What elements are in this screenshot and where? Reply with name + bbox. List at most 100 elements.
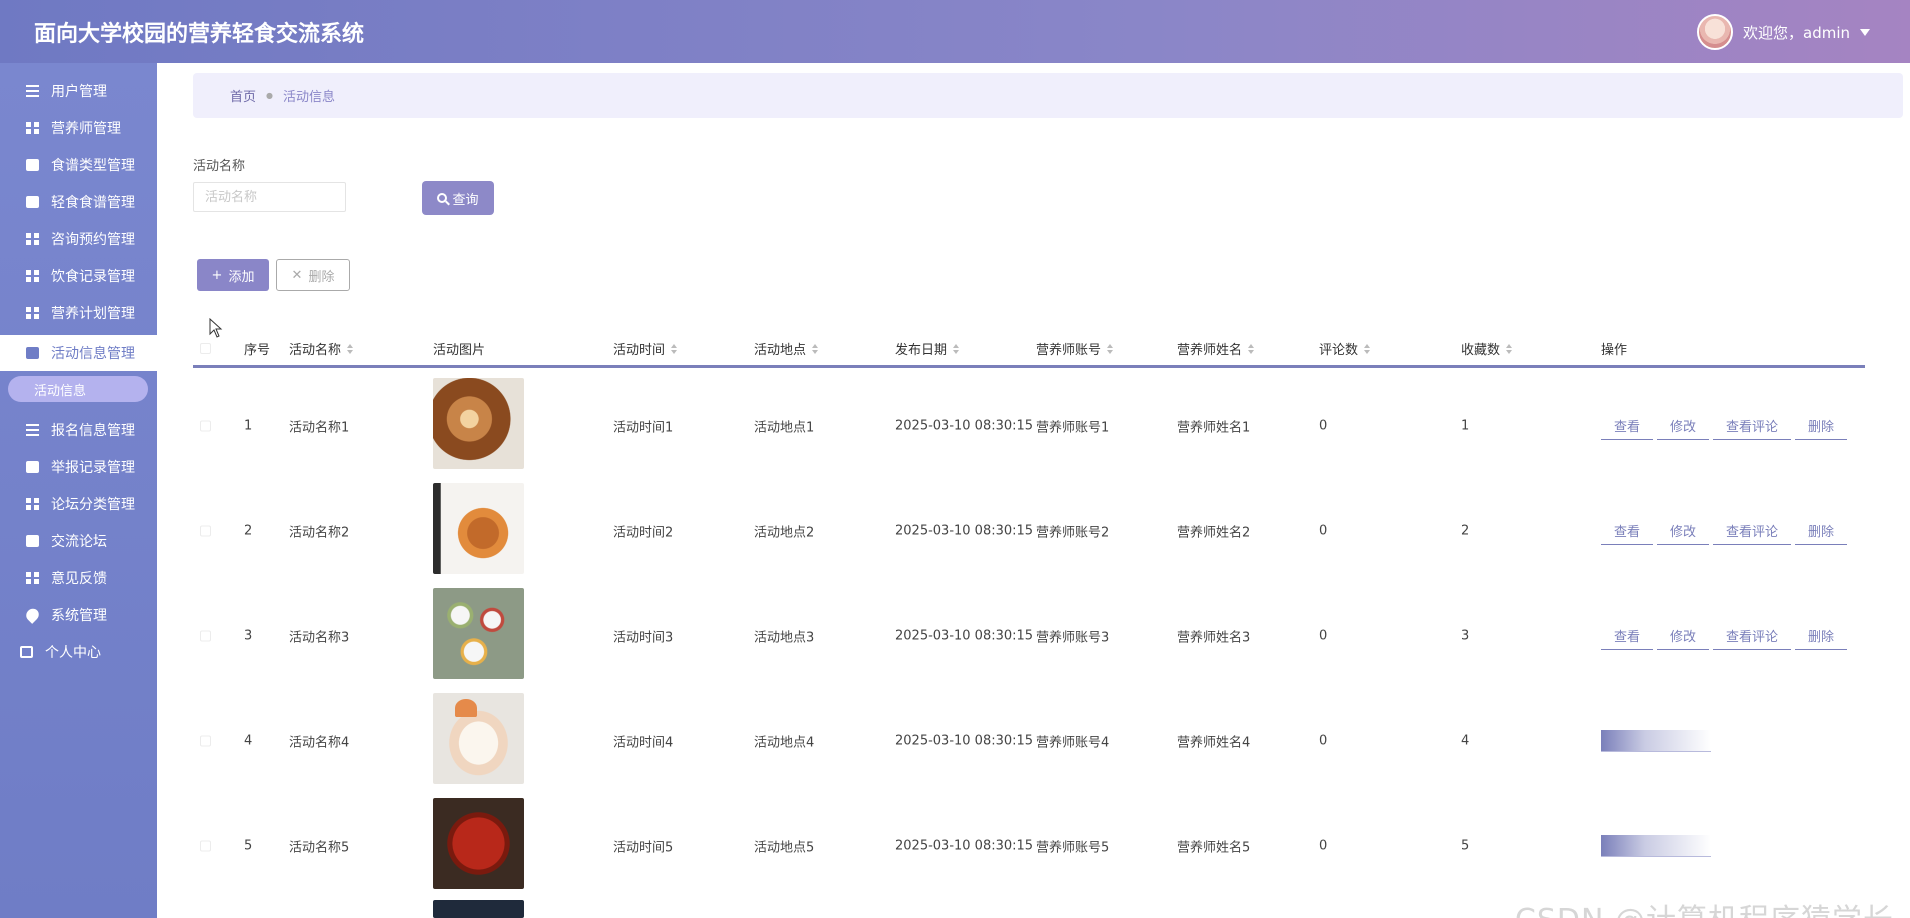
sidebar-item-user-mgmt[interactable]: 用户管理: [0, 73, 157, 109]
comment-count: 0: [1319, 838, 1328, 853]
activity-image[interactable]: [433, 900, 524, 918]
sidebar: 用户管理 营养师管理 食谱类型管理 轻食食谱管理 咨询预约管理 饮食记录管理 营…: [0, 63, 157, 918]
query-button[interactable]: 查询: [422, 181, 494, 215]
grid-icon: [26, 498, 39, 510]
book-icon: [26, 461, 39, 473]
sidebar-item-report-mgmt[interactable]: 举报记录管理: [0, 449, 157, 485]
sidebar-item-nutrition-plan-mgmt[interactable]: 营养计划管理: [0, 295, 157, 331]
sidebar-item-activity-mgmt[interactable]: 活动信息管理: [0, 335, 157, 371]
flag-icon: [26, 347, 39, 359]
col-activity-time[interactable]: 活动时间: [613, 339, 678, 358]
sidebar-item-light-recipe-mgmt[interactable]: 轻食食谱管理: [0, 184, 157, 220]
sidebar-item-personal-center[interactable]: 个人中心: [0, 634, 157, 670]
col-publish-date[interactable]: 发布日期: [895, 339, 960, 358]
sidebar-item-forum-category-mgmt[interactable]: 论坛分类管理: [0, 486, 157, 522]
row-checkbox[interactable]: [200, 525, 211, 536]
sidebar-item-system-mgmt[interactable]: 系统管理: [0, 597, 157, 633]
nutritionist-name: 营养师姓名1: [1177, 420, 1251, 435]
delete-button[interactable]: ✕ 删除: [276, 259, 350, 291]
grid-icon: [26, 233, 39, 245]
view-button[interactable]: 查看: [1601, 622, 1654, 650]
row-checkbox[interactable]: [200, 420, 211, 431]
breadcrumb-current: 活动信息: [283, 90, 336, 105]
col-favorite-count[interactable]: 收藏数: [1461, 339, 1513, 358]
activity-time: 活动时间2: [613, 525, 674, 540]
col-nutritionist-account[interactable]: 营养师账号: [1036, 339, 1114, 358]
grid-icon: [26, 122, 39, 134]
avatar[interactable]: [1697, 14, 1733, 50]
nutritionist-name: 营养师姓名2: [1177, 525, 1251, 540]
watermark: CSDN @计算机程序猿学长: [1515, 895, 1894, 918]
activity-time: 活动时间4: [613, 735, 674, 750]
view-button[interactable]: 查看: [1601, 517, 1654, 545]
edit-button[interactable]: 修改: [1657, 622, 1710, 650]
select-all-checkbox[interactable]: [200, 343, 211, 354]
table-row: 4 活动名称4 活动时间4 活动地点4 2025-03-10 08:30:15 …: [193, 688, 1865, 793]
table-row: 2 活动名称2 活动时间2 活动地点2 2025-03-10 08:30:15 …: [193, 478, 1865, 583]
col-activity-place[interactable]: 活动地点: [754, 339, 819, 358]
activity-name: 活动名称5: [289, 840, 350, 855]
view-button[interactable]: 查看: [1601, 412, 1654, 440]
activity-image[interactable]: [433, 798, 524, 889]
user-menu[interactable]: 欢迎您，admin: [1697, 14, 1870, 50]
breadcrumb-home[interactable]: 首页: [230, 86, 256, 105]
chevron-down-icon[interactable]: [1860, 28, 1870, 36]
add-button[interactable]: + 添加: [197, 259, 269, 291]
sidebar-subitem-activity-info[interactable]: 活动信息: [8, 376, 148, 402]
favorite-count: 4: [1461, 733, 1470, 748]
activity-image[interactable]: [433, 483, 524, 574]
publish-date: 2025-03-10 08:30:15: [895, 628, 1034, 643]
sort-icon: [347, 343, 354, 354]
row-checkbox[interactable]: [200, 840, 211, 851]
table-row: 1 活动名称1 活动时间1 活动地点1 2025-03-10 08:30:15 …: [193, 373, 1865, 478]
sidebar-item-feedback[interactable]: 意见反馈: [0, 560, 157, 596]
nutritionist-name: 营养师姓名4: [1177, 735, 1251, 750]
favorite-count: 1: [1461, 418, 1470, 433]
sort-icon: [1248, 343, 1255, 354]
view-comments-button[interactable]: 查看评论: [1713, 412, 1792, 440]
activity-name-input[interactable]: [193, 182, 346, 212]
publish-date: 2025-03-10 08:30:15: [895, 523, 1034, 538]
col-activity-name[interactable]: 活动名称: [289, 339, 354, 358]
grid-icon: [26, 270, 39, 282]
table-row: 3 活动名称3 活动时间3 活动地点3 2025-03-10 08:30:15 …: [193, 583, 1865, 688]
comment-count: 0: [1319, 628, 1328, 643]
row-delete-button[interactable]: 删除: [1795, 517, 1848, 545]
view-comments-button[interactable]: 查看评论: [1713, 622, 1792, 650]
edit-button[interactable]: 修改: [1657, 517, 1710, 545]
nutritionist-account: 营养师账号2: [1036, 525, 1110, 540]
activity-image[interactable]: [433, 378, 524, 469]
row-checkbox[interactable]: [200, 735, 211, 746]
sidebar-item-signup-mgmt[interactable]: 报名信息管理: [0, 412, 157, 448]
activity-place: 活动地点2: [754, 525, 815, 540]
publish-date: 2025-03-10 08:30:15: [895, 733, 1034, 748]
edit-button[interactable]: 修改: [1657, 412, 1710, 440]
activity-image[interactable]: [433, 588, 524, 679]
table-header: 序号 活动名称 活动图片 活动时间 活动地点 发布日期 营养师账号 营养师姓名 …: [193, 330, 1865, 368]
sidebar-item-nutritionist-mgmt[interactable]: 营养师管理: [0, 110, 157, 146]
activity-time: 活动时间3: [613, 630, 674, 645]
chart-icon: [26, 535, 39, 547]
activity-name: 活动名称3: [289, 630, 350, 645]
col-comment-count[interactable]: 评论数: [1319, 339, 1371, 358]
row-checkbox[interactable]: [200, 630, 211, 641]
sort-icon: [1107, 343, 1114, 354]
top-header: 面向大学校园的营养轻食交流系统 欢迎您，admin: [0, 0, 1910, 63]
comment-count: 0: [1319, 523, 1328, 538]
pin-icon: [23, 606, 42, 624]
sidebar-item-diet-record-mgmt[interactable]: 饮食记录管理: [0, 258, 157, 294]
person-icon: [20, 646, 33, 658]
sidebar-item-recipe-type-mgmt[interactable]: 食谱类型管理: [0, 147, 157, 183]
row-delete-button[interactable]: 删除: [1795, 622, 1848, 650]
plus-icon: +: [211, 267, 223, 283]
sidebar-item-consult-mgmt[interactable]: 咨询预约管理: [0, 221, 157, 257]
view-comments-button[interactable]: 查看评论: [1713, 517, 1792, 545]
col-nutritionist-name[interactable]: 营养师姓名: [1177, 339, 1255, 358]
sort-icon: [1364, 343, 1371, 354]
sidebar-item-forum[interactable]: 交流论坛: [0, 523, 157, 559]
activity-name: 活动名称2: [289, 525, 350, 540]
activity-place: 活动地点3: [754, 630, 815, 645]
row-delete-button[interactable]: 删除: [1795, 412, 1848, 440]
nutritionist-account: 营养师账号1: [1036, 420, 1110, 435]
activity-image[interactable]: [433, 693, 524, 784]
